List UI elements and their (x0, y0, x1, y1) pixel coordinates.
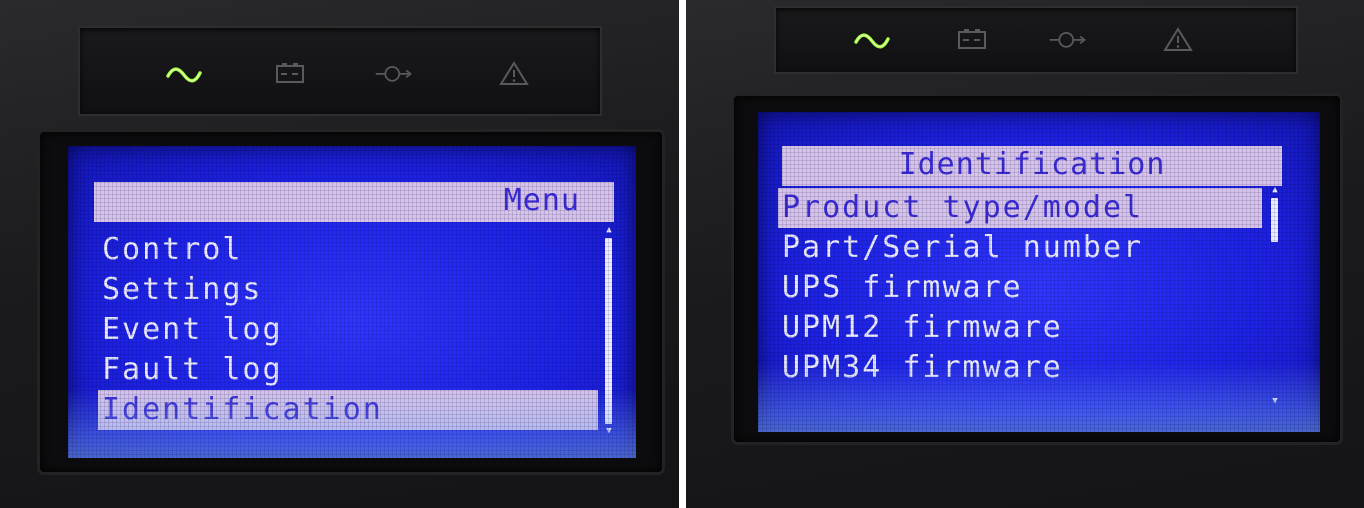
scroll-thumb[interactable] (605, 238, 612, 424)
scroll-down-arrow-icon: ▼ (1272, 396, 1278, 406)
menu-scrollbar[interactable]: ▲ ▼ (604, 226, 614, 436)
menu-list: Product type/model Part/Serial number UP… (778, 188, 1262, 402)
scroll-up-arrow-icon: ▲ (606, 225, 612, 235)
menu-title: Menu (94, 182, 614, 222)
menu-item-control[interactable]: Control (98, 230, 598, 270)
bypass-icon (374, 58, 414, 88)
menu-item-fault-log[interactable]: Fault log (98, 350, 598, 390)
lcd-screen: Menu Control Settings Event log Fault lo… (68, 146, 636, 458)
lcd-bezel: Identification Product type/model Part/S… (734, 96, 1340, 442)
warning-triangle-icon (494, 58, 534, 88)
warning-triangle-icon (1158, 24, 1198, 54)
menu-title: Identification (782, 146, 1282, 186)
menu-item-event-log[interactable]: Event log (98, 310, 598, 350)
scroll-up-arrow-icon: ▲ (1272, 185, 1278, 195)
menu-scrollbar[interactable]: ▲ ▼ (1270, 186, 1280, 406)
ups-panel-photo-menu: Menu Control Settings Event log Fault lo… (0, 0, 679, 508)
battery-icon (270, 58, 310, 88)
menu-item-settings[interactable]: Settings (98, 270, 598, 310)
bypass-icon (1048, 24, 1088, 54)
scroll-down-arrow-icon: ▼ (606, 426, 612, 436)
sine-wave-icon (164, 60, 204, 90)
sine-wave-icon (852, 26, 892, 56)
menu-item-ups-firmware[interactable]: UPS firmware (778, 268, 1262, 308)
menu-item-partially-hidden (98, 430, 598, 444)
menu-item-identification[interactable]: Identification (98, 390, 598, 430)
ups-panel-photo-identification: Identification Product type/model Part/S… (686, 0, 1364, 508)
lcd-screen: Identification Product type/model Part/S… (758, 112, 1320, 432)
menu-item-partially-hidden (778, 388, 1262, 402)
status-indicator-panel (774, 6, 1298, 74)
status-indicator-panel (78, 26, 602, 116)
menu-list: Control Settings Event log Fault log Ide… (98, 230, 598, 444)
menu-item-upm34-firmware[interactable]: UPM34 firmware (778, 348, 1262, 388)
menu-item-product-type-model[interactable]: Product type/model (778, 188, 1262, 228)
battery-icon (952, 24, 992, 54)
image-divider (679, 0, 686, 508)
lcd-bezel: Menu Control Settings Event log Fault lo… (40, 132, 662, 472)
scroll-thumb[interactable] (1271, 198, 1278, 242)
menu-item-upm12-firmware[interactable]: UPM12 firmware (778, 308, 1262, 348)
menu-item-part-serial-number[interactable]: Part/Serial number (778, 228, 1262, 268)
